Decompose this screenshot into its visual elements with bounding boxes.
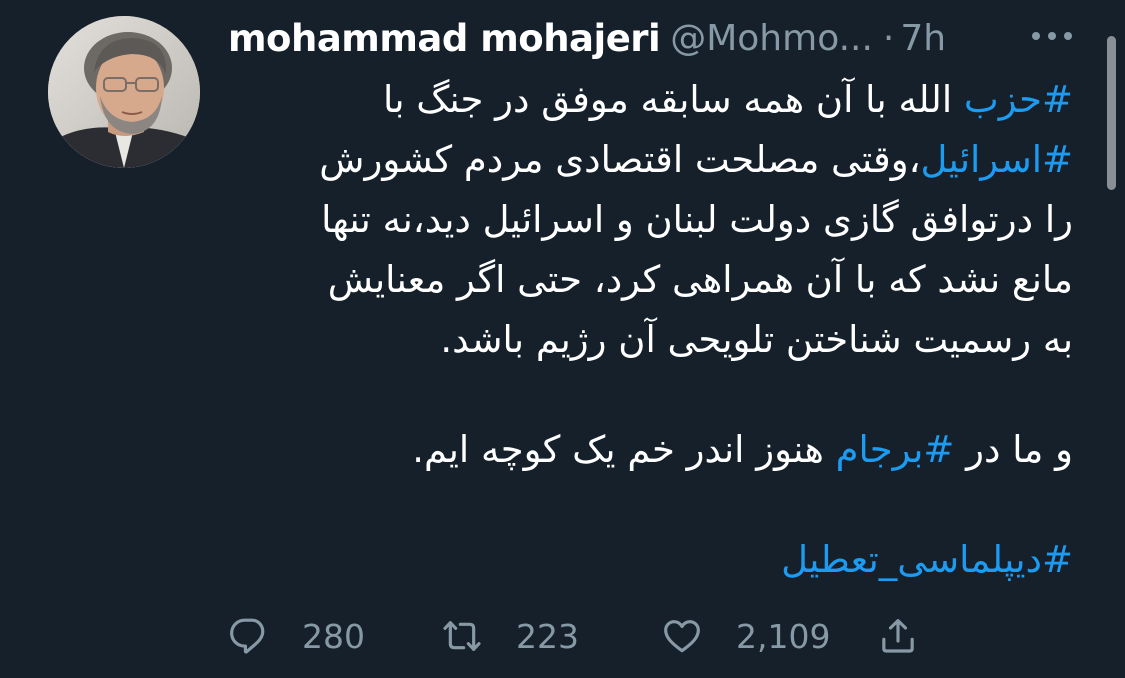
reply-button[interactable]: 280	[228, 610, 365, 662]
share-button[interactable]	[878, 610, 918, 662]
tweet-line: #حزب الله با آن همه سابقه موفق در جنگ با	[228, 70, 1073, 130]
tweet-line: مانع نشد که با آن همراهی کرد، حتی اگر مع…	[327, 258, 1073, 301]
tweet-text-segment: هنوز اندر خم یک کوچه ایم.	[412, 428, 836, 471]
tweet-line: #دیپلماسی_تعطیل	[228, 530, 1073, 590]
tweet-card[interactable]: mohammad mohajeri @Mohmo... · 7h #حزب ال…	[0, 0, 1125, 678]
like-button[interactable]: 2,109	[662, 610, 830, 662]
tweet-line: و ما در #برجام هنوز اندر خم یک کوچه ایم.	[228, 420, 1073, 480]
tweet-actions: 280 223 2,109	[228, 610, 948, 662]
user-handle[interactable]: @Mohmo...	[670, 18, 873, 59]
retweet-icon	[443, 621, 481, 651]
reply-count: 280	[302, 616, 365, 656]
hashtag-link[interactable]: #اسرائیل	[921, 138, 1073, 181]
heart-icon	[664, 620, 700, 653]
tweet-line: را درتوافق گازی دولت لبنان و اسرائیل دید…	[321, 198, 1073, 241]
avatar[interactable]	[48, 16, 200, 168]
retweet-button[interactable]: 223	[442, 610, 579, 662]
tweet-line: #اسرائیل،وقتی مصلحت اقتصادی مردم کشورش	[228, 130, 1073, 190]
avatar-photo	[48, 16, 200, 168]
tweet-header: mohammad mohajeri @Mohmo... · 7h	[228, 10, 946, 66]
scrollbar[interactable]	[1107, 36, 1116, 190]
separator-dot: ·	[882, 17, 895, 59]
hashtag-link[interactable]: #دیپلماسی_تعطیل	[781, 538, 1073, 581]
more-dots-icon[interactable]	[1028, 24, 1076, 48]
reply-icon	[230, 618, 265, 654]
share-icon	[882, 619, 914, 653]
timestamp[interactable]: 7h	[900, 18, 946, 59]
tweet-text-segment: و ما در	[954, 428, 1073, 471]
tweet-line: به رسمیت شناختن تلویحی آن رژیم باشد.	[440, 318, 1073, 361]
tweet-text: #حزب الله با آن همه سابقه موفق در جنگ با…	[228, 70, 1073, 590]
retweet-count: 223	[516, 616, 579, 656]
hashtag-link[interactable]: #برجام	[836, 428, 955, 471]
tweet-text-segment: الله با آن همه سابقه موفق در جنگ با	[382, 78, 964, 121]
tweet-text-segment: ،وقتی مصلحت اقتصادی مردم کشورش	[319, 138, 921, 181]
hashtag-link[interactable]: #حزب	[964, 78, 1073, 121]
like-count: 2,109	[736, 616, 831, 656]
display-name[interactable]: mohammad mohajeri	[228, 17, 661, 60]
